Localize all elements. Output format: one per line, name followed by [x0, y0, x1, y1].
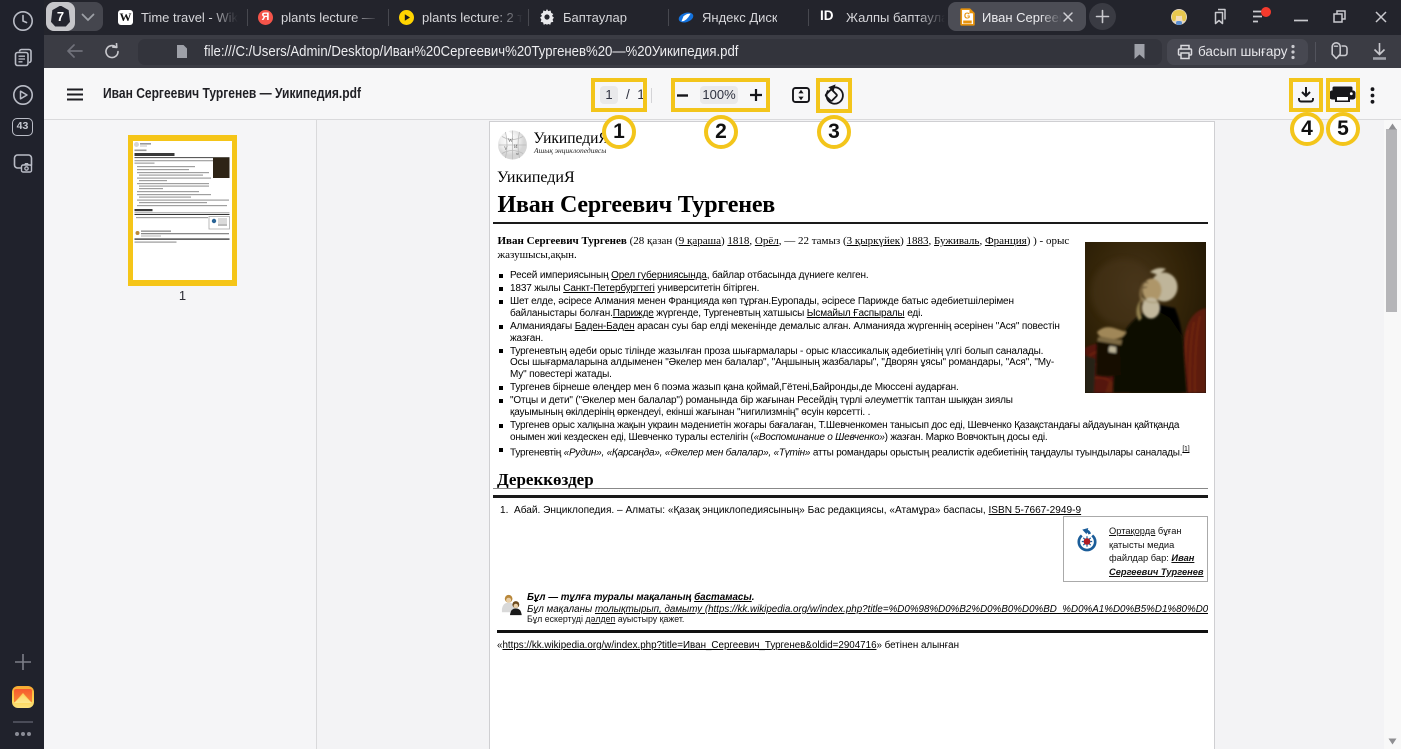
svg-text:w: w — [516, 151, 519, 156]
svg-text:V: V — [504, 147, 508, 152]
svg-text:G: G — [964, 12, 970, 21]
svg-text:W: W — [508, 139, 513, 144]
svg-text:И: И — [514, 145, 518, 150]
